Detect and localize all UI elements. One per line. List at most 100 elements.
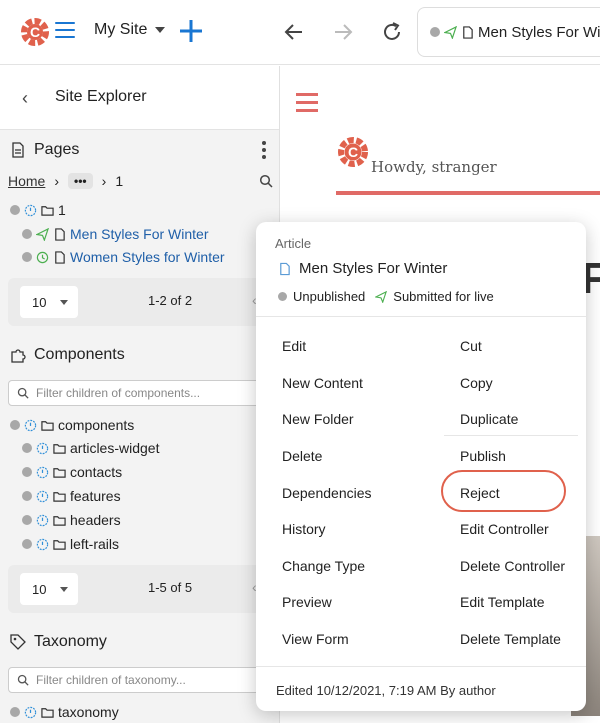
- item-status: Unpublished Submitted for live: [278, 289, 494, 304]
- status-dot: [10, 420, 20, 430]
- tree-item-components[interactable]: components: [10, 414, 134, 436]
- site-explorer-sidebar: ‹ Site Explorer Pages Home › ••• › 1 1 M…: [0, 66, 280, 723]
- action-preview[interactable]: Preview: [282, 594, 332, 610]
- tree-item-taxonomy[interactable]: taxonomy: [10, 701, 119, 723]
- divider: [444, 435, 578, 436]
- action-cut[interactable]: Cut: [460, 338, 482, 354]
- tree-item-men-styles[interactable]: Men Styles For Winter: [22, 223, 208, 245]
- status-unpublished: Unpublished: [293, 289, 366, 304]
- hamburger-icon[interactable]: [55, 22, 75, 38]
- tree-item-label[interactable]: Men Styles For Winter: [70, 226, 208, 242]
- item-actions-popup: Article Men Styles For Winter Unpublishe…: [256, 222, 586, 711]
- search-icon[interactable]: [259, 174, 273, 188]
- page-size-value: 10: [32, 581, 47, 597]
- status-dot: [22, 443, 32, 453]
- action-edit[interactable]: Edit: [282, 338, 306, 354]
- breadcrumb-home[interactable]: Home: [8, 173, 45, 189]
- action-delete[interactable]: Delete: [282, 448, 322, 464]
- info-clock-icon: [36, 514, 49, 526]
- site-selector-label: My Site: [94, 21, 148, 38]
- breadcrumb-ellipsis[interactable]: •••: [68, 173, 93, 189]
- arrow-right-icon[interactable]: [331, 20, 355, 44]
- status-dot: [22, 229, 32, 239]
- sidebar-header: ‹ Site Explorer: [0, 66, 279, 130]
- action-publish[interactable]: Publish: [460, 448, 506, 464]
- action-edit-controller[interactable]: Edit Controller: [460, 521, 549, 537]
- tree-item-features[interactable]: features: [22, 485, 121, 507]
- divider: [256, 666, 586, 667]
- tree-item-label: left-rails: [70, 536, 120, 552]
- components-section-header[interactable]: Components: [0, 337, 279, 373]
- info-clock-icon: [24, 419, 37, 431]
- paper-plane-icon: [375, 290, 388, 303]
- status-dot: [22, 515, 32, 525]
- address-bar[interactable]: Men Styles For Wir: [417, 7, 600, 57]
- pagination-range: 1-5 of 5: [148, 580, 193, 595]
- info-clock-icon: [36, 466, 49, 478]
- action-dependencies[interactable]: Dependencies: [282, 485, 372, 501]
- site-selector[interactable]: My Site: [94, 21, 166, 39]
- action-delete-controller[interactable]: Delete Controller: [460, 558, 565, 574]
- clock-icon: [36, 251, 49, 263]
- tree-item-label: components: [58, 417, 135, 433]
- tree-item-headers[interactable]: headers: [22, 509, 121, 531]
- action-duplicate[interactable]: Duplicate: [460, 411, 518, 427]
- status-dot: [22, 252, 32, 262]
- tree-item-label: 1: [58, 202, 66, 218]
- folder-icon: [41, 205, 54, 216]
- action-change-type[interactable]: Change Type: [282, 558, 365, 574]
- tree-item-folder-1[interactable]: 1: [10, 199, 66, 221]
- tree-item-contacts[interactable]: contacts: [22, 461, 122, 483]
- search-icon: [17, 674, 29, 686]
- action-new-folder[interactable]: New Folder: [282, 411, 354, 427]
- info-clock-icon: [24, 706, 37, 718]
- tree-item-label: features: [70, 488, 121, 504]
- hamburger-icon[interactable]: [296, 93, 318, 117]
- action-history[interactable]: History: [282, 521, 326, 537]
- status-dot: [22, 491, 32, 501]
- taxonomy-title: Taxonomy: [34, 633, 107, 650]
- greeting-text: Howdy, stranger: [371, 158, 497, 176]
- folder-icon: [41, 707, 54, 718]
- edited-info: Edited 10/12/2021, 7:19 AM By author: [276, 683, 496, 698]
- chevron-left-icon[interactable]: ‹: [22, 88, 28, 109]
- address-text: Men Styles For Wir: [478, 23, 600, 41]
- folder-icon: [41, 420, 54, 431]
- action-delete-template[interactable]: Delete Template: [460, 631, 561, 647]
- folder-icon: [53, 467, 66, 478]
- chevron-down-icon: [60, 299, 68, 305]
- taxonomy-filter-input[interactable]: Filter children of taxonomy...: [8, 667, 272, 693]
- crafter-logo-icon[interactable]: C: [20, 15, 50, 49]
- page-icon: [55, 227, 65, 241]
- action-copy[interactable]: Copy: [460, 375, 493, 391]
- action-view-form[interactable]: View Form: [282, 631, 349, 647]
- arrow-left-icon[interactable]: [282, 20, 306, 44]
- paper-plane-icon: [36, 227, 49, 241]
- action-new-content[interactable]: New Content: [282, 375, 363, 391]
- folder-icon: [53, 491, 66, 502]
- refresh-icon[interactable]: [380, 20, 404, 44]
- pages-title: Pages: [34, 141, 80, 158]
- svg-text:C: C: [348, 144, 358, 160]
- pages-section-header[interactable]: Pages: [0, 132, 279, 168]
- tree-item-label: headers: [70, 512, 121, 528]
- crafter-logo-icon: C: [338, 137, 368, 167]
- info-clock-icon: [24, 204, 37, 216]
- status-dot: [22, 539, 32, 549]
- components-filter-input[interactable]: Filter children of components...: [8, 380, 272, 406]
- action-reject[interactable]: Reject: [460, 485, 500, 501]
- svg-text:C: C: [30, 24, 40, 40]
- action-edit-template[interactable]: Edit Template: [460, 594, 545, 610]
- taxonomy-section-header[interactable]: Taxonomy: [0, 624, 279, 660]
- page-size-select[interactable]: 10: [20, 286, 78, 318]
- tree-item-women-styles[interactable]: Women Styles for Winter: [22, 246, 225, 268]
- more-options-icon[interactable]: [262, 141, 266, 162]
- tree-item-label[interactable]: Women Styles for Winter: [70, 249, 225, 265]
- tree-item-left-rails[interactable]: left-rails: [22, 533, 119, 555]
- tree-item-label: articles-widget: [70, 440, 160, 456]
- page-size-select[interactable]: 10: [20, 573, 78, 605]
- status-submitted: Submitted for live: [393, 289, 494, 304]
- plus-icon[interactable]: [178, 18, 204, 44]
- tree-item-articles-widget[interactable]: articles-widget: [22, 437, 159, 459]
- chevron-down-icon: [155, 27, 166, 33]
